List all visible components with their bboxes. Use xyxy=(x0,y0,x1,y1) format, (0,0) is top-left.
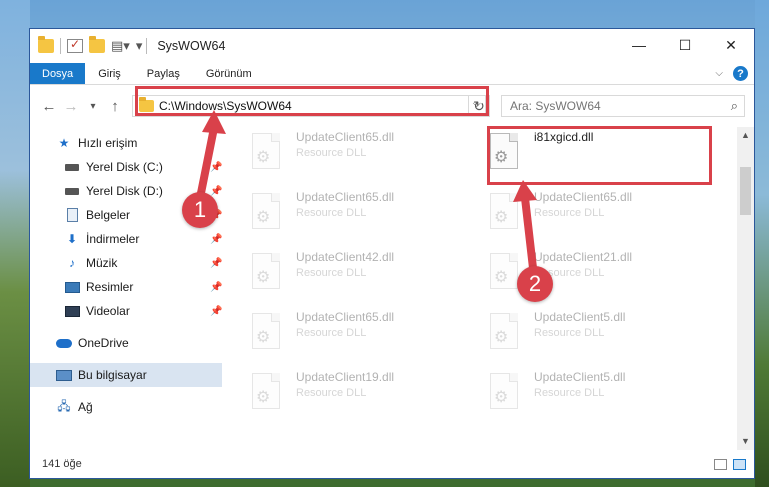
annotation-arrows xyxy=(196,110,537,272)
step-marker-2: 2 xyxy=(517,266,553,302)
arrow-to-address-bar xyxy=(196,124,218,202)
arrow-to-file xyxy=(521,194,537,272)
arrowhead-address-bar xyxy=(202,110,226,134)
arrowhead-file xyxy=(513,180,537,202)
step-marker-1: 1 xyxy=(182,192,218,228)
